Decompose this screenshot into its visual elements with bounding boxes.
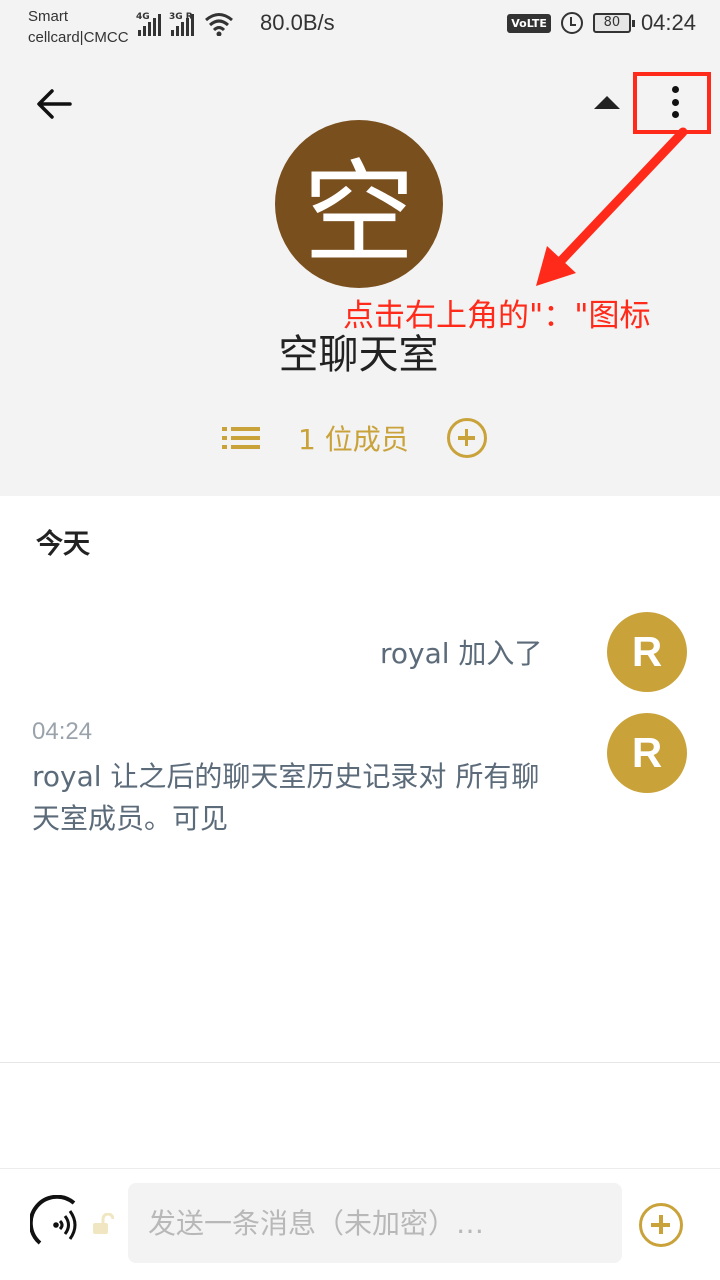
signal-icons: 4G 3G R — [136, 12, 234, 36]
signal-3g-label: 3G R — [169, 12, 193, 22]
avatar[interactable]: R — [607, 713, 687, 793]
day-separator: 今天 — [36, 529, 90, 560]
carrier-info: Smart cellcard|CMCC — [28, 6, 129, 48]
carrier-name-secondary: cellcard|CMCC — [28, 29, 129, 46]
carrier-name: Smart — [28, 8, 69, 25]
status-time: 04:24 — [640, 10, 696, 35]
divider — [0, 1062, 720, 1063]
room-header: 空 点击右上角的"："图标 空聊天室 1 位成员 — [0, 48, 720, 496]
signal-4g-label: 4G — [136, 12, 150, 22]
message-composer — [0, 1168, 720, 1280]
avatar[interactable]: R — [607, 612, 687, 692]
signal-3g-icon: 3G R — [169, 12, 194, 36]
status-right: VoLTE 80 04:24 — [507, 10, 696, 36]
volte-icon: VoLTE — [507, 13, 551, 33]
voice-message-icon[interactable] — [30, 1195, 86, 1251]
event-timestamp: 04:24 — [32, 718, 93, 745]
members-bar: 1 位成员 — [222, 418, 487, 458]
history-visibility-event: royal 让之后的聊天室历史记录对 所有聊天室成员。可见 — [32, 760, 540, 835]
wifi-icon — [205, 13, 233, 36]
unlocked-icon — [93, 1213, 114, 1234]
net-speed: 80.0B/s — [260, 10, 335, 35]
status-bar: Smart cellcard|CMCC 4G 3G R 80.0B/s VoLT… — [0, 0, 720, 48]
message-input[interactable] — [128, 1183, 622, 1263]
signal-4g-icon: 4G — [136, 12, 161, 36]
room-title[interactable]: 空聊天室 — [0, 322, 720, 380]
attach-plus-icon[interactable] — [639, 1203, 683, 1247]
alarm-icon — [560, 12, 583, 34]
invite-plus-icon[interactable] — [446, 418, 487, 458]
membership-event: royal 加入了 — [380, 637, 543, 670]
member-count[interactable]: 1 位成员 — [298, 418, 409, 458]
battery-icon: 80 — [592, 13, 635, 33]
member-list-icon[interactable] — [222, 427, 260, 449]
